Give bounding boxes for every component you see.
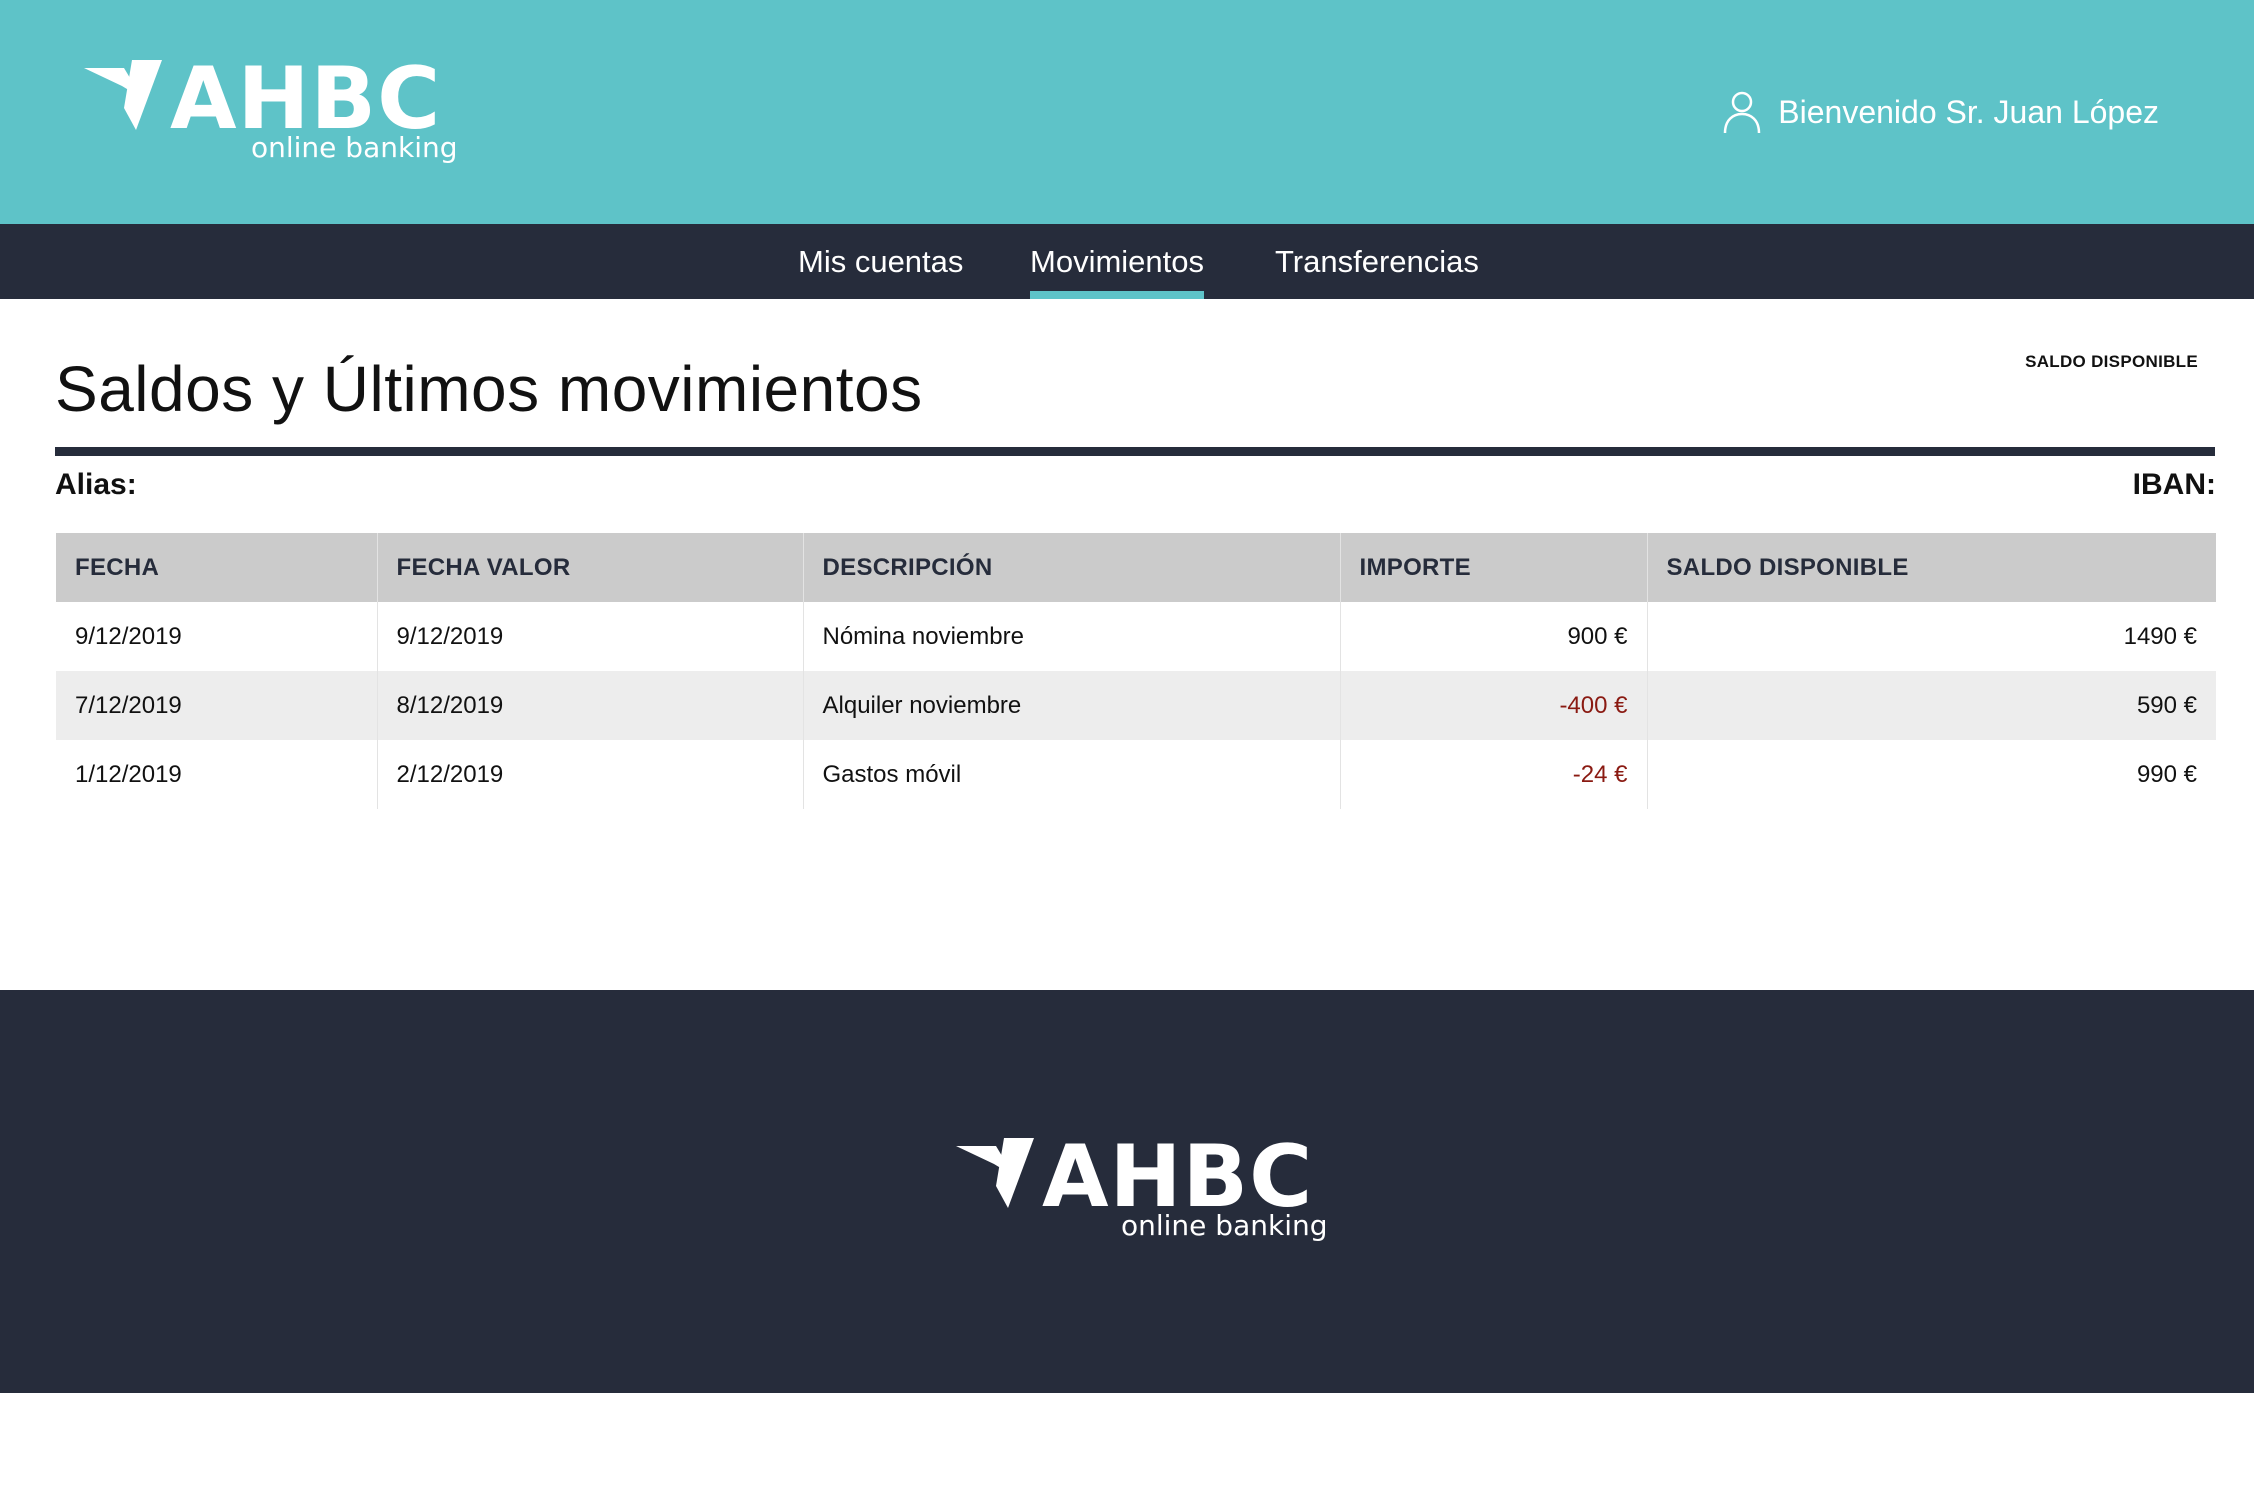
cell-fecha-valor: 9/12/2019 <box>377 602 804 671</box>
nav-item-movimientos[interactable]: Movimientos <box>1030 224 1204 299</box>
logo-tagline: online banking <box>251 131 458 164</box>
bird-logo-icon <box>956 1138 1034 1208</box>
column-header-fecha[interactable]: FECHA <box>56 533 378 602</box>
page-title: Saldos y Últimos movimientos <box>55 353 923 425</box>
column-header-importe[interactable]: IMPORTE <box>1340 533 1648 602</box>
table-header-row: FECHA FECHA VALOR DESCRIPCIÓN IMPORTE SA… <box>56 533 2216 602</box>
welcome-text: Bienvenido Sr. Juan López <box>1778 93 2159 130</box>
footer-logo[interactable]: AHBC online banking <box>956 1134 1356 1249</box>
cell-fecha: 1/12/2019 <box>56 740 378 809</box>
title-divider <box>55 447 2215 456</box>
cell-saldo: 990 € <box>2136 760 2197 788</box>
brand-logo[interactable]: AHBC online banking <box>84 56 484 171</box>
logo-tagline: online banking <box>1121 1209 1328 1242</box>
iban-label: IBAN: <box>2132 468 2216 501</box>
column-header-descripcion[interactable]: DESCRIPCIÓN <box>803 533 1341 602</box>
main-nav: Mis cuentas Movimientos Transferencias <box>0 224 2254 299</box>
nav-item-mis-cuentas[interactable]: Mis cuentas <box>798 224 963 299</box>
table-row[interactable]: 1/12/2019 2/12/2019 Gastos móvil -24 € 9… <box>56 740 2216 809</box>
nav-item-transferencias[interactable]: Transferencias <box>1275 224 1479 299</box>
cell-fecha-valor: 8/12/2019 <box>377 671 804 740</box>
table-row[interactable]: 7/12/2019 8/12/2019 Alquiler noviembre -… <box>56 671 2216 740</box>
cell-fecha-valor: 2/12/2019 <box>377 740 804 809</box>
cell-descripcion: Alquiler noviembre <box>803 671 1341 740</box>
movements-table: FECHA FECHA VALOR DESCRIPCIÓN IMPORTE SA… <box>56 533 2216 809</box>
bird-logo-icon <box>84 60 162 130</box>
logo-brand-text: AHBC <box>170 49 442 149</box>
welcome-user[interactable]: Bienvenido Sr. Juan López <box>1722 90 2159 134</box>
column-header-saldo[interactable]: SALDO DISPONIBLE <box>1647 533 2216 602</box>
logo-brand-text: AHBC <box>1042 1127 1314 1227</box>
top-header: AHBC online banking Bienvenido Sr. Juan … <box>0 0 2254 224</box>
user-icon <box>1724 91 1761 134</box>
column-header-fecha-valor[interactable]: FECHA VALOR <box>377 533 804 602</box>
cell-saldo: 1490 € <box>2123 622 2197 650</box>
alias-label: Alias: <box>55 468 137 501</box>
cell-saldo: 590 € <box>1647 671 2216 740</box>
cell-importe: 900 € <box>1340 602 1648 671</box>
table-row[interactable]: 9/12/2019 9/12/2019 Nómina noviembre 900… <box>56 602 2216 671</box>
cell-fecha: 7/12/2019 <box>56 671 378 740</box>
cell-descripcion: Gastos móvil <box>803 740 1341 809</box>
cell-importe: -24 € <box>1340 740 1648 809</box>
cell-fecha: 9/12/2019 <box>56 602 378 671</box>
cell-descripcion: Nómina noviembre <box>803 602 1341 671</box>
saldo-disponible-caption: SALDO DISPONIBLE <box>2025 352 2198 371</box>
cell-importe: -400 € <box>1340 671 1648 740</box>
